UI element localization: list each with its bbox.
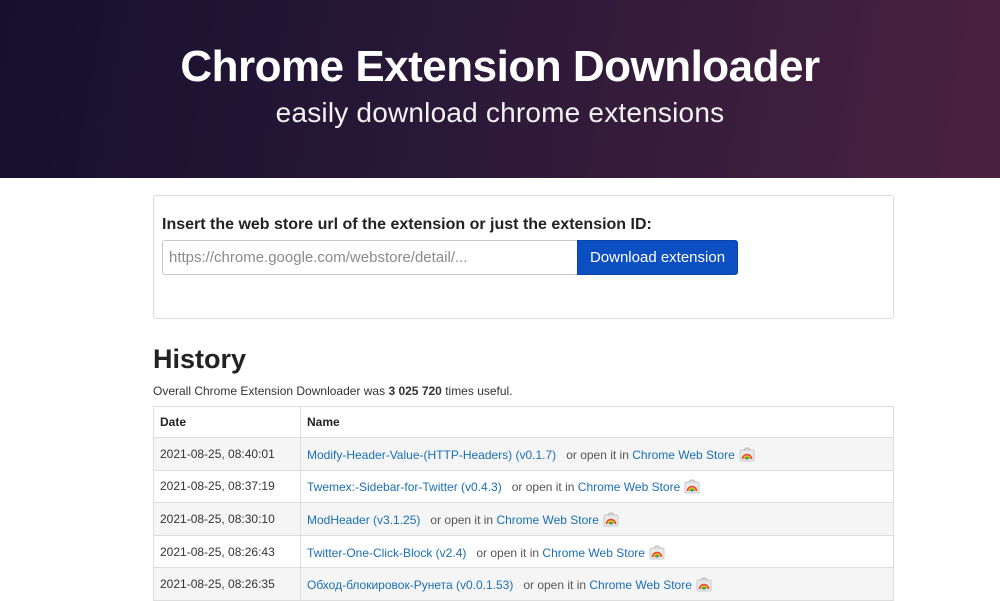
- chrome-web-store-icon[interactable]: [696, 576, 712, 592]
- chrome-web-store-icon[interactable]: [603, 511, 619, 527]
- history-table: Date Name 2021-08-25, 08:40:01 Modify-Hea…: [153, 406, 894, 601]
- history-heading: History: [153, 344, 247, 374]
- site-title: Chrome Extension Downloader: [180, 42, 820, 91]
- table-row: 2021-08-25, 08:40:01 Modify-Header-Value-…: [153, 437, 894, 471]
- extension-link[interactable]: Обход-блокировок-Рунета (v0.0.1.53): [307, 578, 513, 592]
- or-open-text: or open it in: [566, 447, 629, 462]
- chrome-web-store-link[interactable]: Chrome Web Store: [632, 448, 735, 462]
- or-open-text: or open it in: [511, 480, 575, 495]
- or-open-text: or open it in: [476, 545, 540, 560]
- name-column-header: Name: [300, 406, 894, 438]
- url-input-label: Insert the web store url of the extensio…: [162, 216, 652, 233]
- chrome-web-store-link[interactable]: Chrome Web Store: [578, 480, 681, 494]
- chrome-web-store-link[interactable]: Chrome Web Store: [496, 513, 599, 527]
- usage-summary: Overall Chrome Extension Downloader was …: [153, 384, 513, 398]
- row-name-cell: Twitter-One-Click-Block (v2.4) or open it…: [300, 534, 894, 569]
- chrome-web-store-link[interactable]: Chrome Web Store: [542, 546, 645, 560]
- row-name-cell: Modify-Header-Value-(HTTP-Headers) (v0.1…: [300, 437, 894, 471]
- row-date: 2021-08-25, 08:40:01: [153, 437, 301, 471]
- table-row: 2021-08-25, 08:37:19 Twemex:-Sidebar-for-…: [153, 469, 894, 504]
- row-name-cell: Twemex:-Sidebar-for-Twitter (v0.4.3) or o…: [300, 469, 894, 504]
- table-row: 2021-08-25, 08:26:35 Обход-блокировок-Рун…: [153, 567, 894, 601]
- table-header-row: Date Name: [153, 406, 894, 438]
- row-date: 2021-08-25, 08:30:10: [153, 502, 301, 536]
- row-name-cell: Обход-блокировок-Рунета (v0.0.1.53) or op…: [300, 567, 894, 601]
- extension-link[interactable]: ModHeader (v3.1.25): [307, 513, 420, 527]
- date-column-header: Date: [153, 406, 301, 438]
- row-name-cell: ModHeader (v3.1.25) or open it in Chrome …: [300, 502, 894, 536]
- row-date: 2021-08-25, 08:37:19: [153, 469, 301, 504]
- row-date: 2021-08-25, 08:26:35: [153, 567, 301, 601]
- download-extension-button[interactable]: Download extension: [577, 240, 738, 275]
- extension-url-input[interactable]: [162, 240, 577, 275]
- usage-prefix: Overall Chrome Extension Downloader was: [153, 384, 386, 398]
- table-row: 2021-08-25, 08:26:43 Twitter-One-Click-Bl…: [153, 534, 894, 569]
- chrome-web-store-icon[interactable]: [649, 544, 665, 560]
- chrome-web-store-icon[interactable]: [739, 446, 755, 462]
- table-row: 2021-08-25, 08:30:10 ModHeader (v3.1.25) o…: [153, 502, 894, 536]
- extension-link[interactable]: Twitter-One-Click-Block (v2.4): [307, 546, 466, 560]
- chrome-web-store-icon[interactable]: [684, 478, 700, 494]
- usage-count: 3 025 720: [388, 384, 442, 398]
- or-open-text: or open it in: [523, 578, 587, 593]
- download-form-panel: Insert the web store url of the extensio…: [153, 195, 894, 319]
- extension-link[interactable]: Modify-Header-Value-(HTTP-Headers) (v0.1…: [307, 448, 556, 462]
- site-subtitle: easily download chrome extensions: [275, 97, 725, 128]
- chrome-web-store-link[interactable]: Chrome Web Store: [589, 578, 692, 592]
- hero-banner: Chrome Extension Downloader easily downl…: [0, 0, 1000, 178]
- row-date: 2021-08-25, 08:26:43: [153, 534, 301, 569]
- extension-link[interactable]: Twemex:-Sidebar-for-Twitter (v0.4.3): [307, 480, 502, 494]
- or-open-text: or open it in: [430, 512, 494, 527]
- history-table-body: 2021-08-25, 08:40:01 Modify-Header-Value-…: [153, 437, 894, 601]
- usage-suffix: times useful.: [445, 384, 513, 398]
